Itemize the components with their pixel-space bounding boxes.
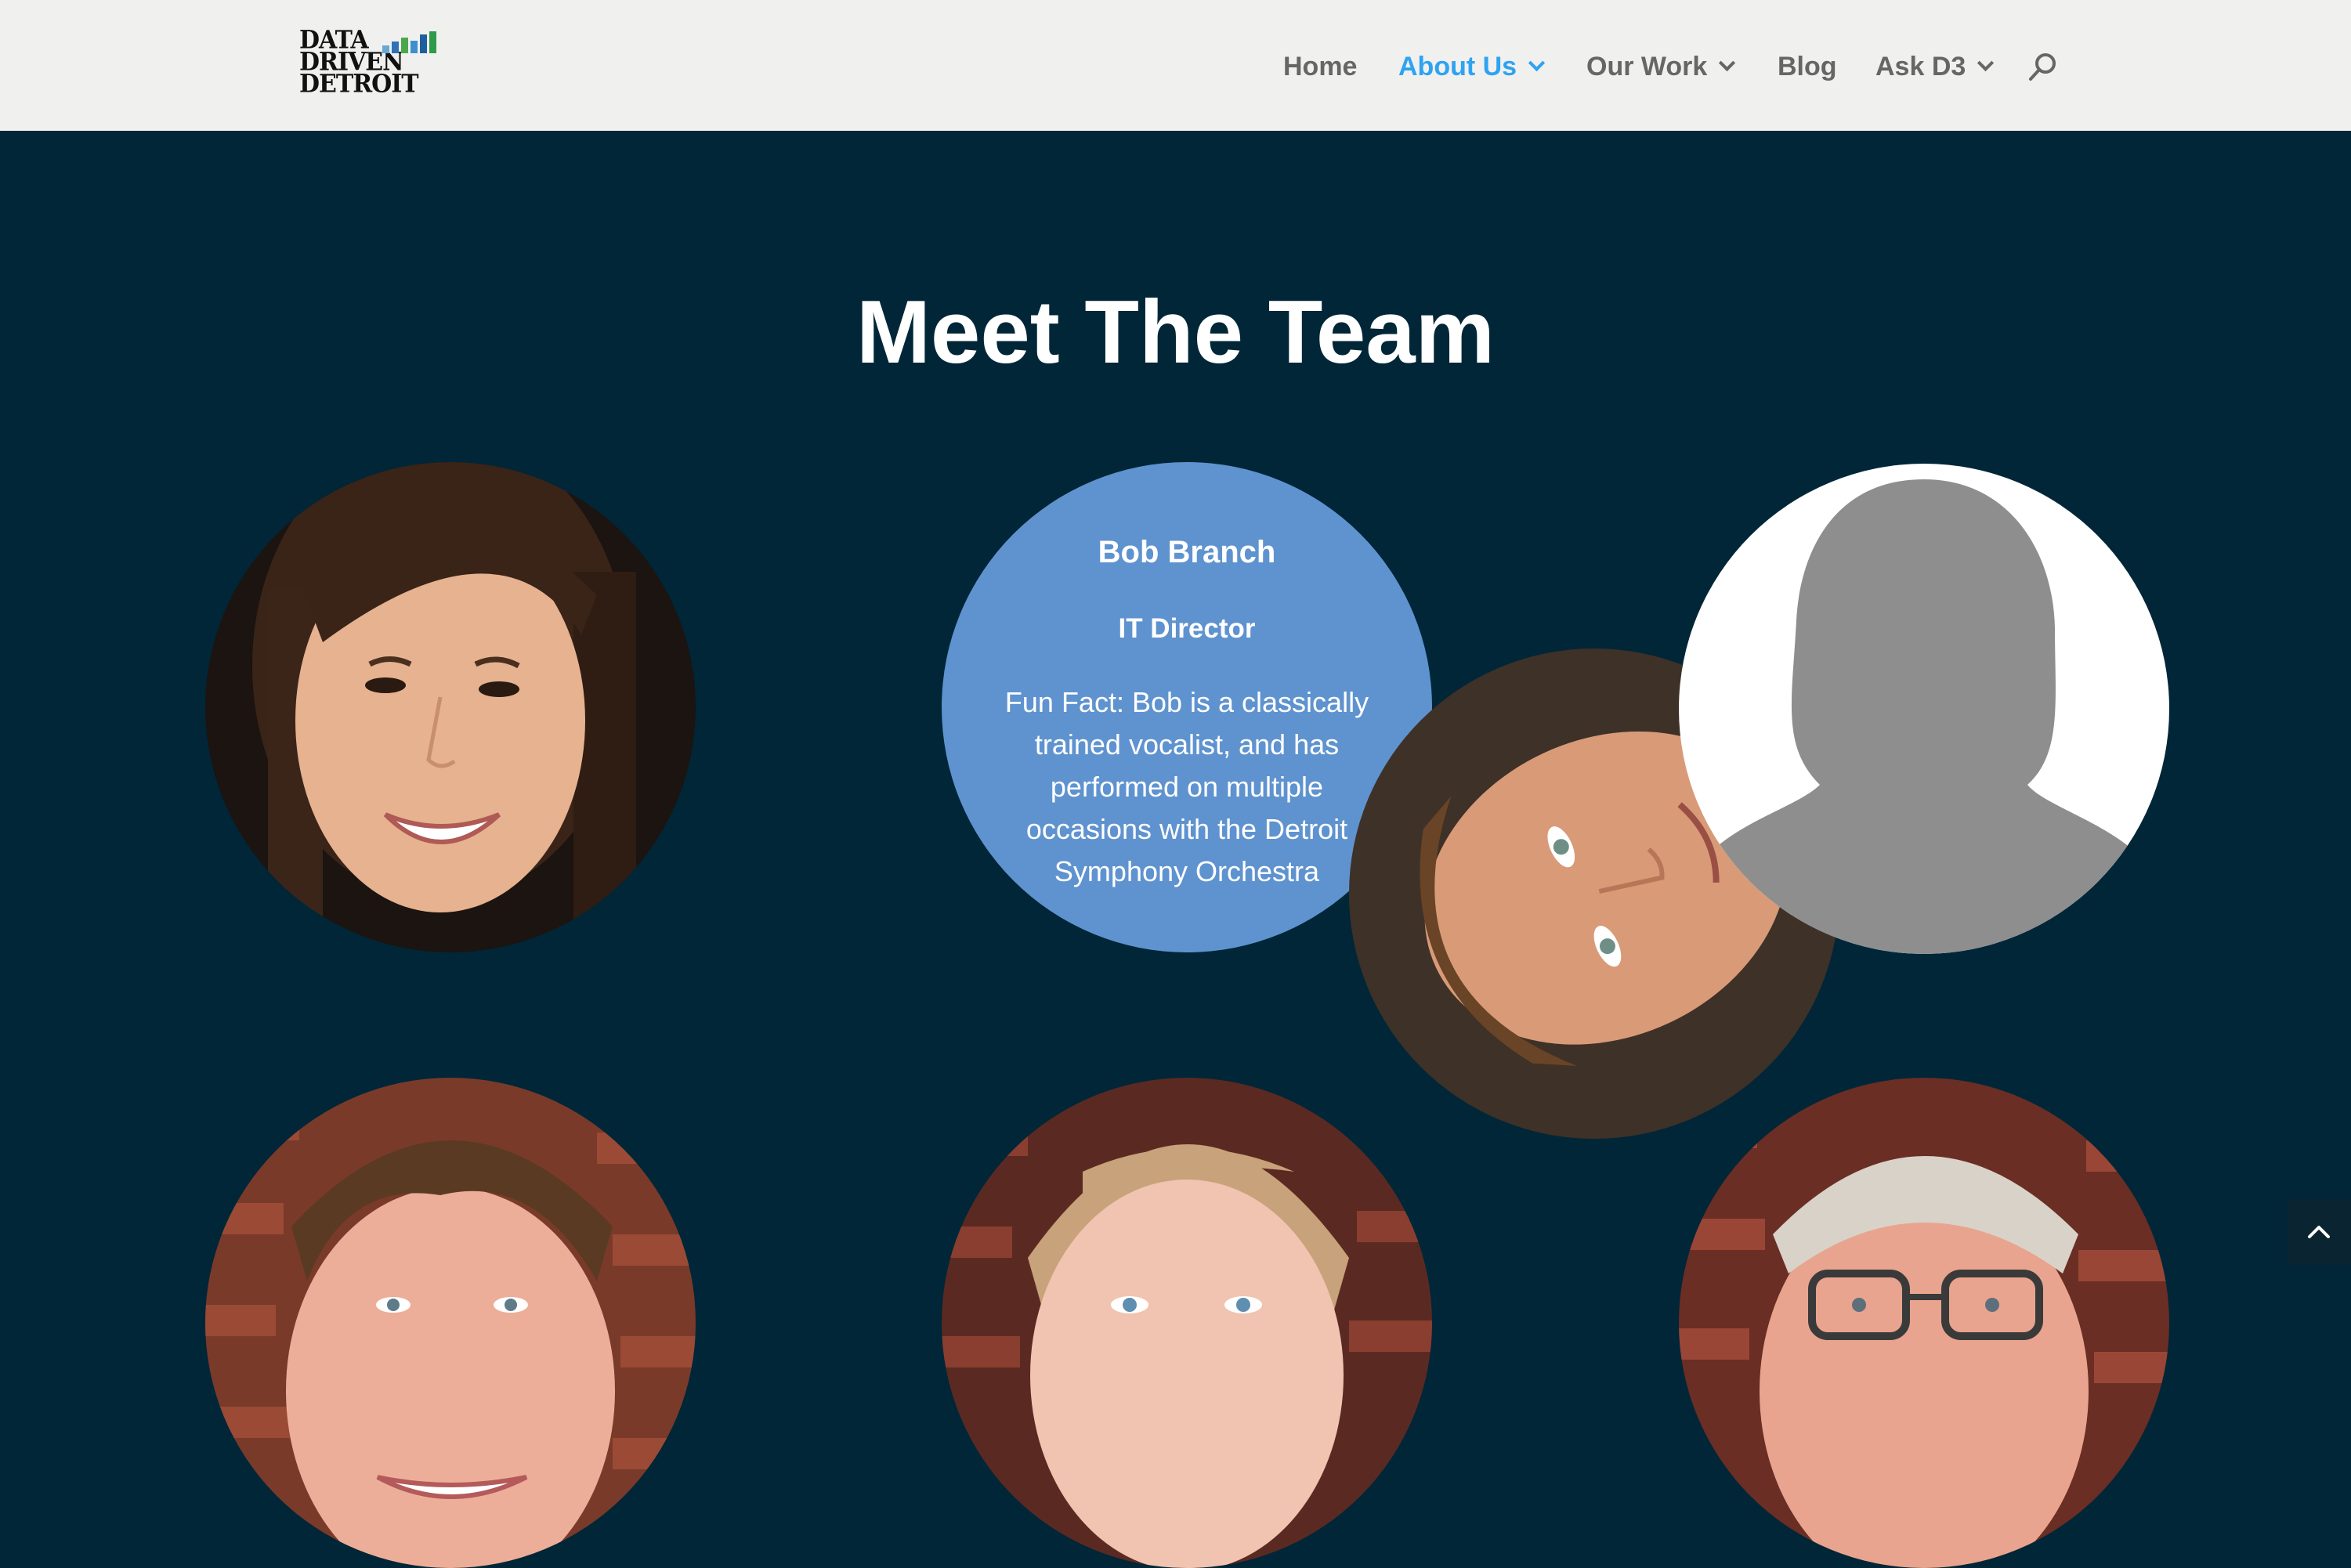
logo-bar	[411, 41, 418, 53]
chevron-down-icon	[1977, 54, 1995, 72]
site-header: DATA DRIVEN DETROIT Home About Us Our Wo…	[0, 0, 2351, 131]
team-member-fun-fact: Fun Fact: Bob is a classically trained v…	[1004, 686, 1369, 887]
logo-bar	[382, 45, 389, 53]
logo-bar	[429, 31, 436, 53]
nav-about-us[interactable]: About Us	[1398, 47, 1546, 86]
site-logo[interactable]: DATA DRIVEN DETROIT	[299, 28, 437, 100]
logo-line-3: DETROIT	[299, 70, 419, 99]
team-member-role: IT Director	[1118, 613, 1256, 644]
logo-bar	[401, 38, 408, 53]
team-member-name: Bob Branch	[1098, 535, 1276, 569]
team-member-photo[interactable]	[205, 462, 696, 952]
team-member-photo[interactable]	[942, 1078, 1432, 1568]
nav-blog-label: Blog	[1778, 52, 1837, 81]
nav-home[interactable]: Home	[1283, 47, 1357, 86]
logo-bar	[420, 34, 427, 53]
back-to-top-button[interactable]	[2288, 1199, 2351, 1265]
nav-ask-d3[interactable]: Ask D3	[1875, 47, 1995, 86]
nav-ask-d3-label: Ask D3	[1875, 52, 1966, 81]
nav-blog[interactable]: Blog	[1778, 47, 1837, 86]
team-member-photo[interactable]	[1679, 1078, 2169, 1568]
logo-bars-icon	[382, 31, 437, 53]
logo-bar	[392, 42, 399, 53]
nav-our-work-label: Our Work	[1586, 52, 1708, 81]
team-member-photo[interactable]	[205, 1078, 696, 1568]
nav-about-us-label: About Us	[1398, 52, 1517, 81]
chevron-down-icon	[1528, 54, 1546, 72]
nav-home-label: Home	[1283, 52, 1358, 81]
page-title: Meet The Team	[855, 283, 1496, 382]
chevron-down-icon	[1719, 54, 1736, 72]
search-icon[interactable]	[2027, 52, 2059, 83]
chevron-up-icon	[2308, 1226, 2330, 1238]
team-member-placeholder-photo[interactable]	[1679, 464, 2169, 954]
nav-our-work[interactable]: Our Work	[1586, 47, 1736, 86]
